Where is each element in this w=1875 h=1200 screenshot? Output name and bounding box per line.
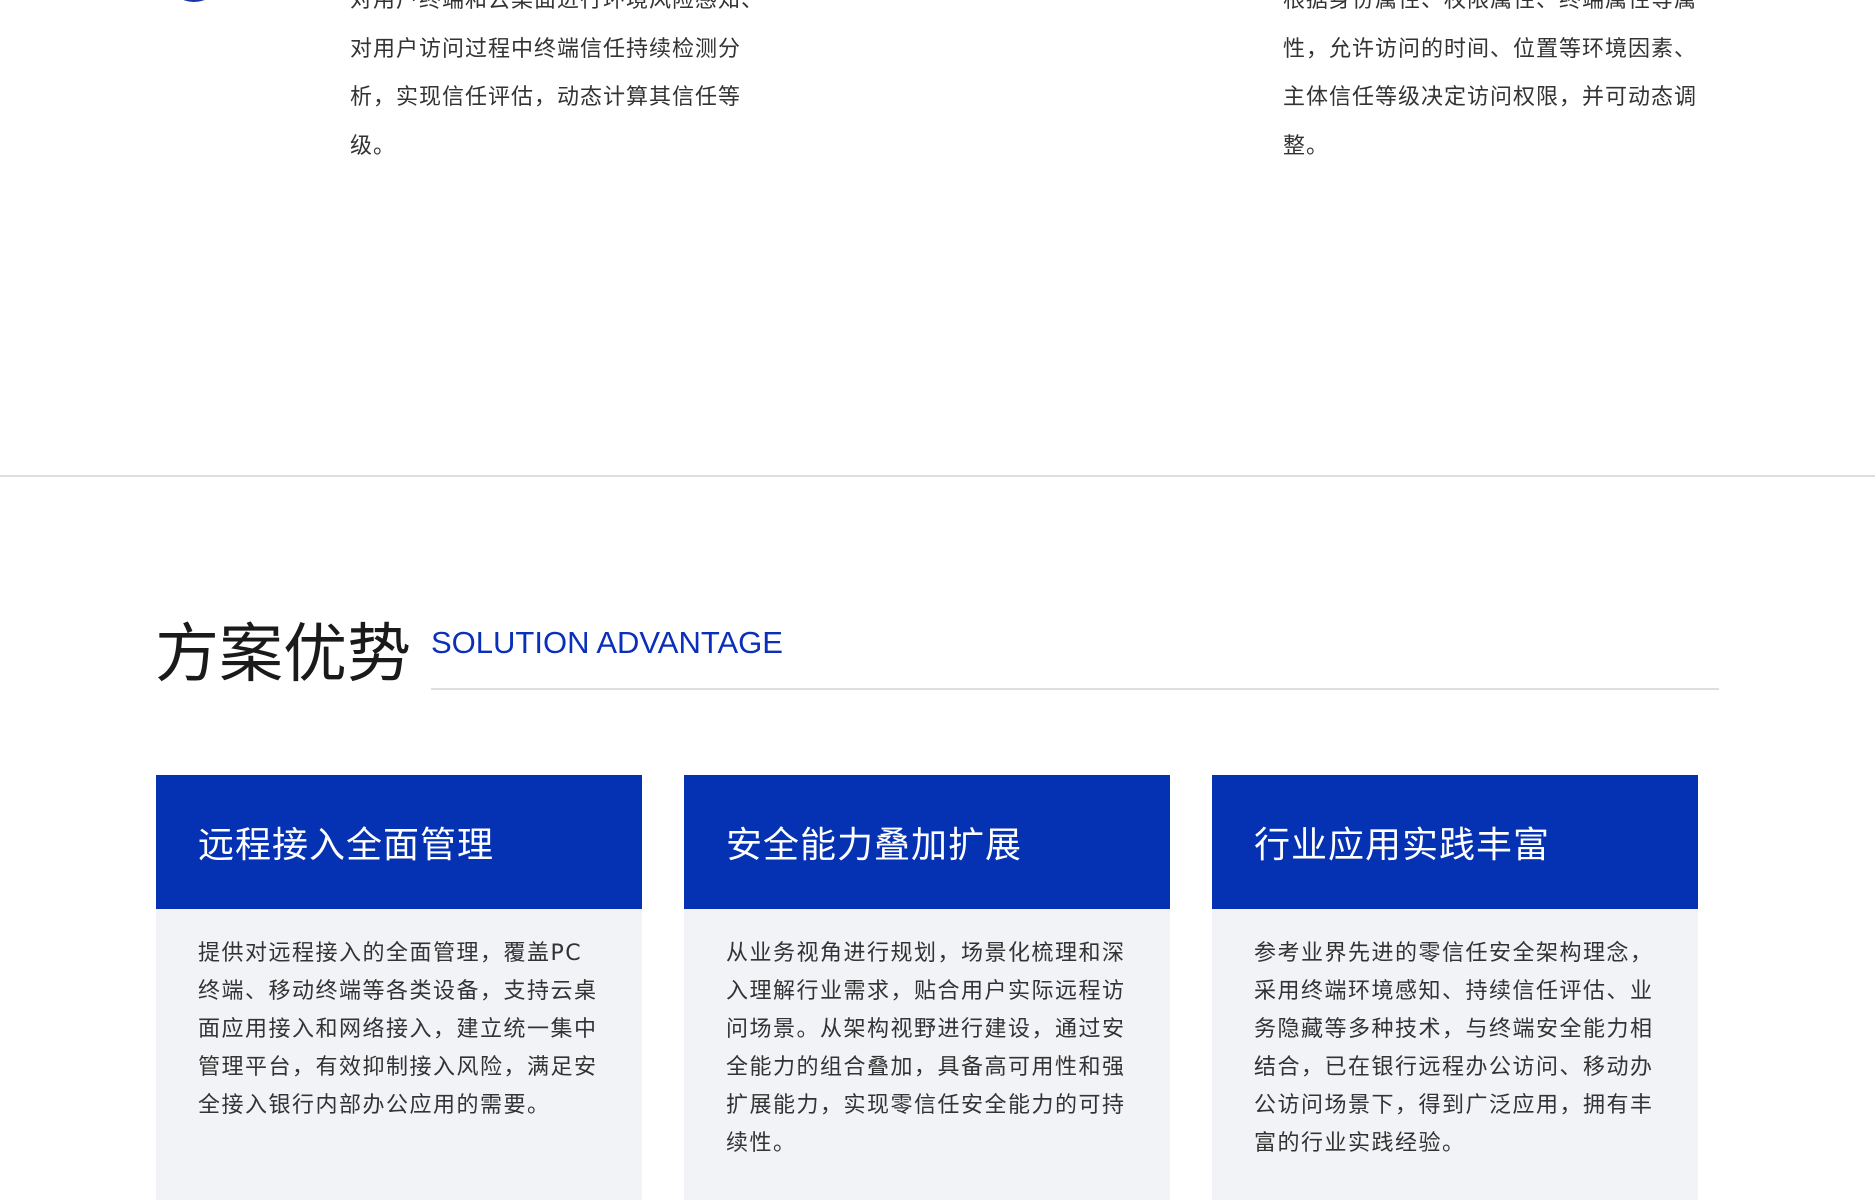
feature-text-environment-awareness: 对用户终端和云桌面进行环境风险感知、对用户访问过程中终端信任持续检测分析，实现信… xyxy=(350,0,765,159)
circle-outline-icon xyxy=(170,0,218,2)
section-subtitle: SOLUTION ADVANTAGE xyxy=(431,625,783,660)
card-title: 安全能力叠加扩展 xyxy=(726,825,1023,866)
advantage-card-security-extension: 安全能力叠加扩展 从业务视角进行规划，场景化梳理和深入理解行业需求，贴合用户实际… xyxy=(684,775,1170,1200)
card-title: 行业应用实践丰富 xyxy=(1254,825,1551,866)
section-divider xyxy=(0,475,1875,477)
page: 对用户终端和云桌面进行环境风险感知、对用户访问过程中终端信任持续检测分析，实现信… xyxy=(0,0,1875,1200)
card-header: 行业应用实践丰富 xyxy=(1212,775,1698,909)
feature-text-dynamic-access-control: 根据身份属性、权限属性、终端属性等属性，允许访问的时间、位置等环境因素、主体信任… xyxy=(1283,0,1698,159)
advantage-card-industry-practice: 行业应用实践丰富 参考业界先进的零信任安全架构理念，采用终端环境感知、持续信任评… xyxy=(1212,775,1698,1200)
card-header: 远程接入全面管理 xyxy=(156,775,642,909)
card-title: 远程接入全面管理 xyxy=(198,825,495,866)
card-header: 安全能力叠加扩展 xyxy=(684,775,1170,909)
card-description: 从业务视角进行规划，场景化梳理和深入理解行业需求，贴合用户实际远程访问场景。从架… xyxy=(726,941,1126,1156)
card-description: 参考业界先进的零信任安全架构理念，采用终端环境感知、持续信任评估、业务隐藏等多种… xyxy=(1254,941,1654,1156)
section-title-underline xyxy=(431,688,1719,690)
advantage-card-remote-access: 远程接入全面管理 提供对远程接入的全面管理，覆盖PC终端、移动终端等各类设备，支… xyxy=(156,775,642,1200)
card-description: 提供对远程接入的全面管理，覆盖PC终端、移动终端等各类设备，支持云桌面应用接入和… xyxy=(198,941,598,1118)
section-title: 方案优势 xyxy=(155,618,411,692)
